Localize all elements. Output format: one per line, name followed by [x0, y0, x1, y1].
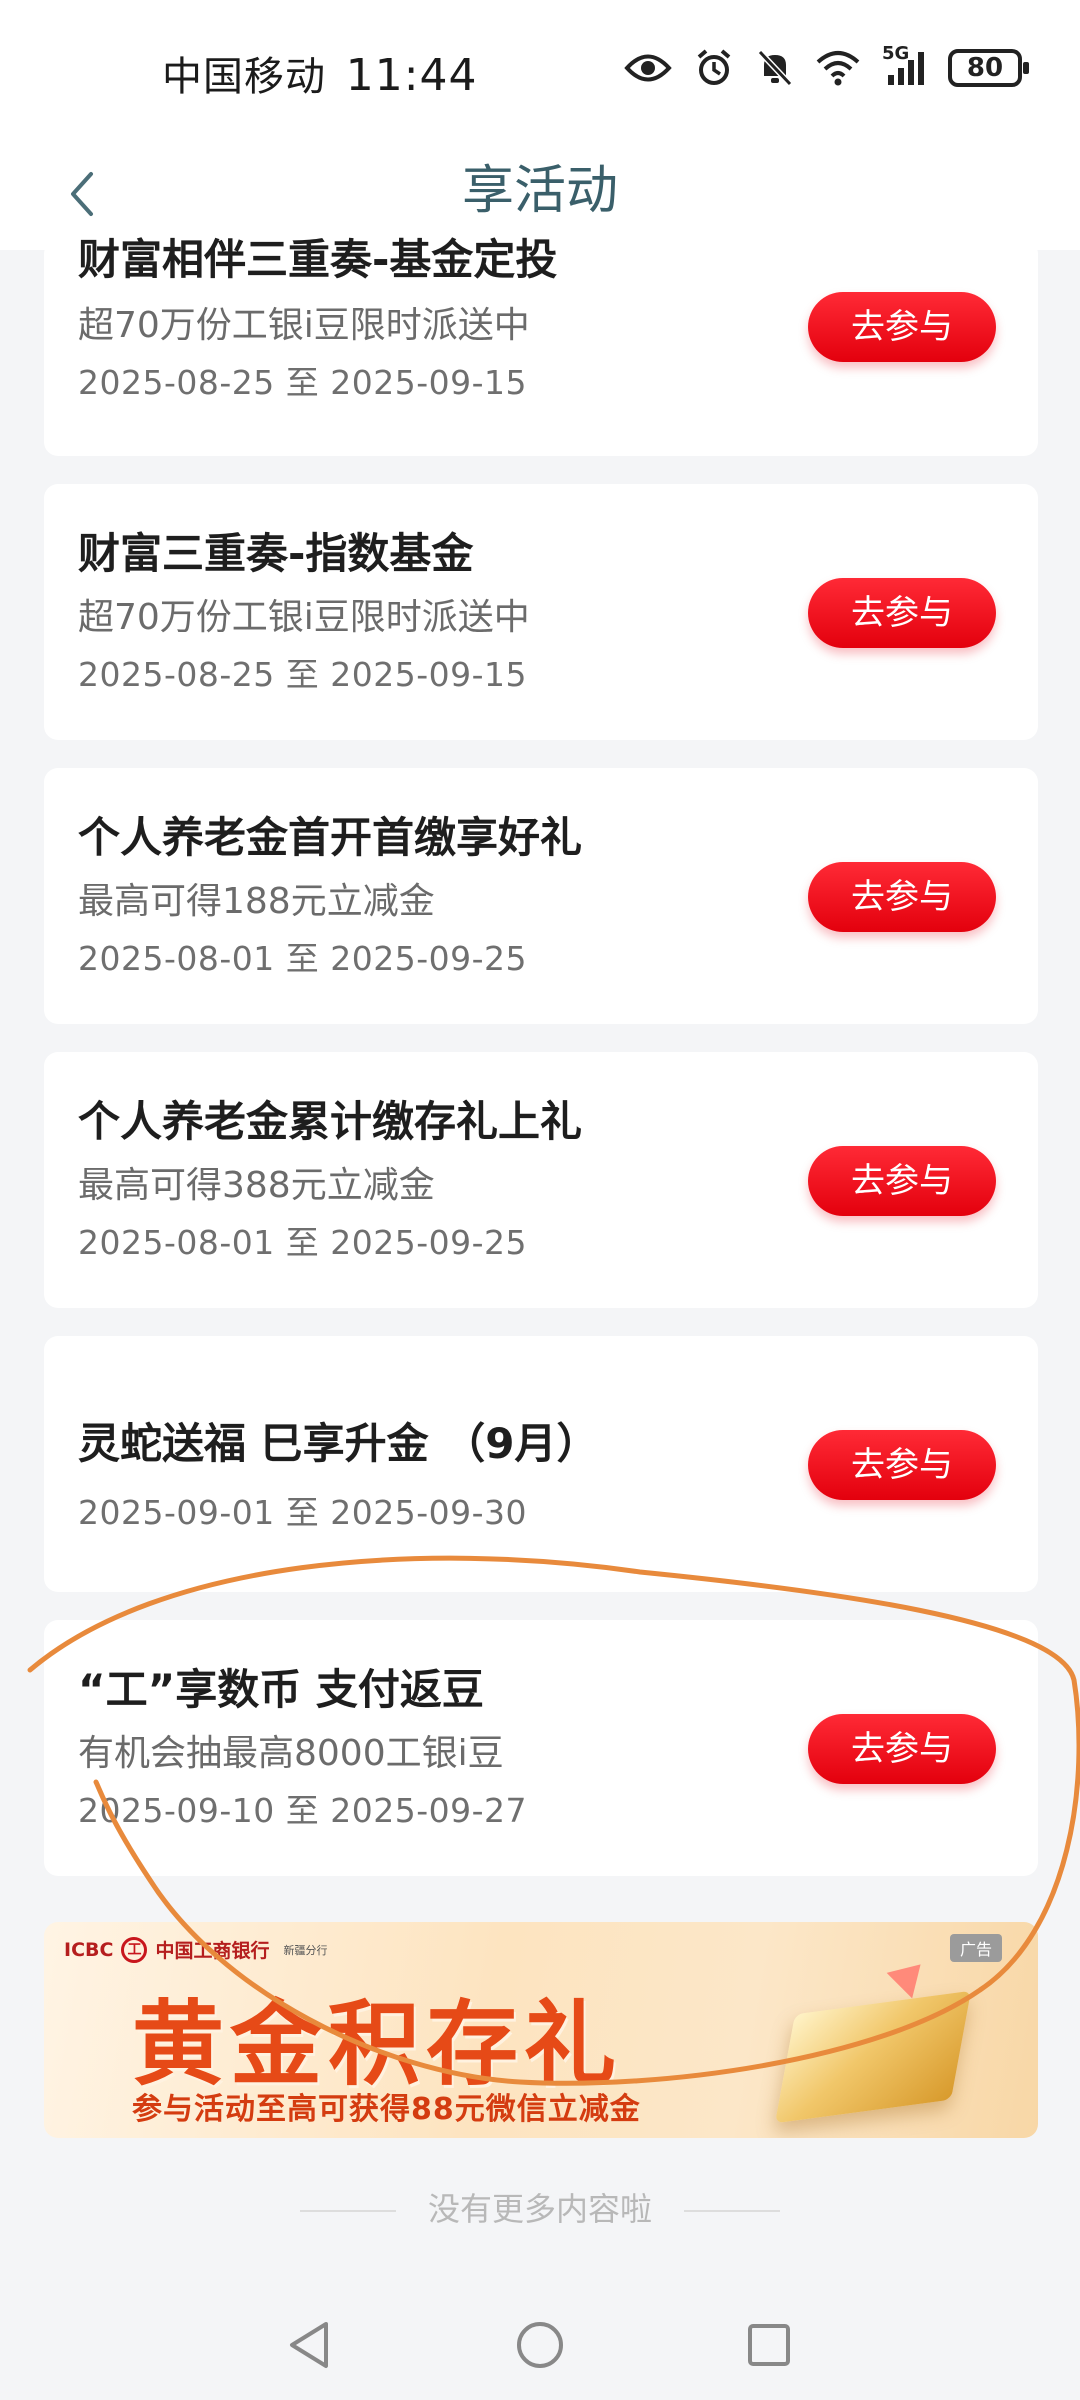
nav-recents-button[interactable]: [734, 2310, 804, 2380]
gold-bar-image: [774, 1990, 972, 2124]
join-button[interactable]: 去参与: [808, 1146, 996, 1216]
activity-subtitle: 最高可得388元立减金: [78, 1165, 435, 1206]
activity-title: 灵蛇送福 巳享升金 （9月）: [78, 1419, 599, 1468]
activity-date: 2025-08-25 至 2025-09-15: [78, 655, 528, 694]
promo-banner[interactable]: ICBC 工 中国工商银行 新疆分行 广告 黄金积存礼 参与活动至高可获得88元…: [44, 1922, 1038, 2138]
activity-date: 2025-08-25 至 2025-09-15: [78, 363, 528, 402]
status-bar: 中国移动 11:44 5G 80: [0, 0, 1080, 140]
activity-date: 2025-09-10 至 2025-09-27: [78, 1791, 528, 1830]
join-button[interactable]: 去参与: [808, 292, 996, 362]
eye-icon: [624, 51, 672, 85]
activity-subtitle: 有机会抽最高8000工银i豆: [78, 1733, 504, 1774]
activity-title: 个人养老金累计缴存礼上礼: [78, 1097, 583, 1146]
banner-subtitle: 参与活动至高可获得88元微信立减金: [132, 2092, 641, 2127]
activity-card[interactable]: “工”享数币 支付返豆 有机会抽最高8000工银i豆 2025-09-10 至 …: [44, 1620, 1038, 1876]
activity-subtitle: 超70万份工银i豆限时派送中: [78, 597, 530, 638]
wifi-icon: [816, 50, 860, 86]
ad-tag: 广告: [949, 1934, 1002, 1962]
icbc-emblem-icon: 工: [121, 1936, 148, 1963]
alarm-icon: [694, 48, 734, 88]
bank-logo: ICBC 工 中国工商银行 新疆分行: [64, 1936, 327, 1963]
activity-card[interactable]: 财富三重奏-指数基金 超70万份工银i豆限时派送中 2025-08-25 至 2…: [44, 484, 1038, 740]
activity-title: 财富三重奏-指数基金: [78, 529, 474, 578]
icbc-logo-text: ICBC: [64, 1938, 114, 1961]
page-title: 享活动: [461, 161, 618, 221]
triangle-back-icon: [290, 2322, 328, 2368]
carrier-time: 中国移动 11:44: [162, 44, 478, 102]
nav-home-button[interactable]: [505, 2310, 575, 2380]
activity-subtitle: 最高可得188元立减金: [78, 881, 435, 922]
battery-icon: 80: [948, 49, 1029, 87]
activity-card[interactable]: 个人养老金首开首缴享好礼 最高可得188元立减金 2025-08-01 至 20…: [44, 768, 1038, 1024]
no-more-text: 没有更多内容啦: [427, 2190, 652, 2228]
activity-card[interactable]: 灵蛇送福 巳享升金 （9月） 2025-09-01 至 2025-09-30 去…: [44, 1336, 1038, 1592]
join-button[interactable]: 去参与: [808, 1430, 996, 1500]
signal-icon: 5G: [882, 43, 926, 87]
divider-left: [299, 2210, 396, 2212]
activities-page: 中国移动 11:44 5G 80 享活动 财富相伴三重奏-基金定投 超70万份工…: [0, 0, 1080, 2400]
join-button[interactable]: 去参与: [808, 1714, 996, 1784]
activity-card[interactable]: 个人养老金累计缴存礼上礼 最高可得388元立减金 2025-08-01 至 20…: [44, 1052, 1038, 1308]
arrow-up-icon: [886, 1951, 934, 1999]
square-recents-icon: [748, 2324, 790, 2366]
circle-home-icon: [517, 2322, 563, 2368]
activity-date: 2025-09-01 至 2025-09-30: [78, 1493, 528, 1532]
activity-title: “工”享数币 支付返豆: [78, 1665, 484, 1714]
join-button[interactable]: 去参与: [808, 862, 996, 932]
carrier-label: 中国移动: [162, 54, 326, 100]
bank-name: 中国工商银行: [155, 1940, 270, 1962]
status-icons: 5G 80: [624, 43, 1029, 88]
activity-card[interactable]: 财富相伴三重奏-基金定投 超70万份工银i豆限时派送中 2025-08-25 至…: [44, 235, 1038, 456]
mute-icon: [756, 48, 794, 88]
network-label: 5G: [882, 43, 910, 64]
divider-right: [684, 2210, 781, 2212]
activity-title: 个人养老金首开首缴享好礼: [78, 813, 583, 862]
activity-subtitle: 超70万份工银i豆限时派送中: [78, 305, 530, 346]
activity-date: 2025-08-01 至 2025-09-25: [78, 1223, 528, 1262]
activity-title: 财富相伴三重奏-基金定投: [78, 235, 558, 284]
nav-back-button[interactable]: [274, 2310, 344, 2380]
system-nav-bar: [0, 2290, 1080, 2400]
clock: 11:44: [345, 50, 478, 101]
activity-date: 2025-08-01 至 2025-09-25: [78, 939, 528, 978]
join-button[interactable]: 去参与: [808, 578, 996, 648]
branch-name: 新疆分行: [283, 1943, 328, 1957]
end-of-list: 没有更多内容啦: [0, 2184, 1080, 2230]
